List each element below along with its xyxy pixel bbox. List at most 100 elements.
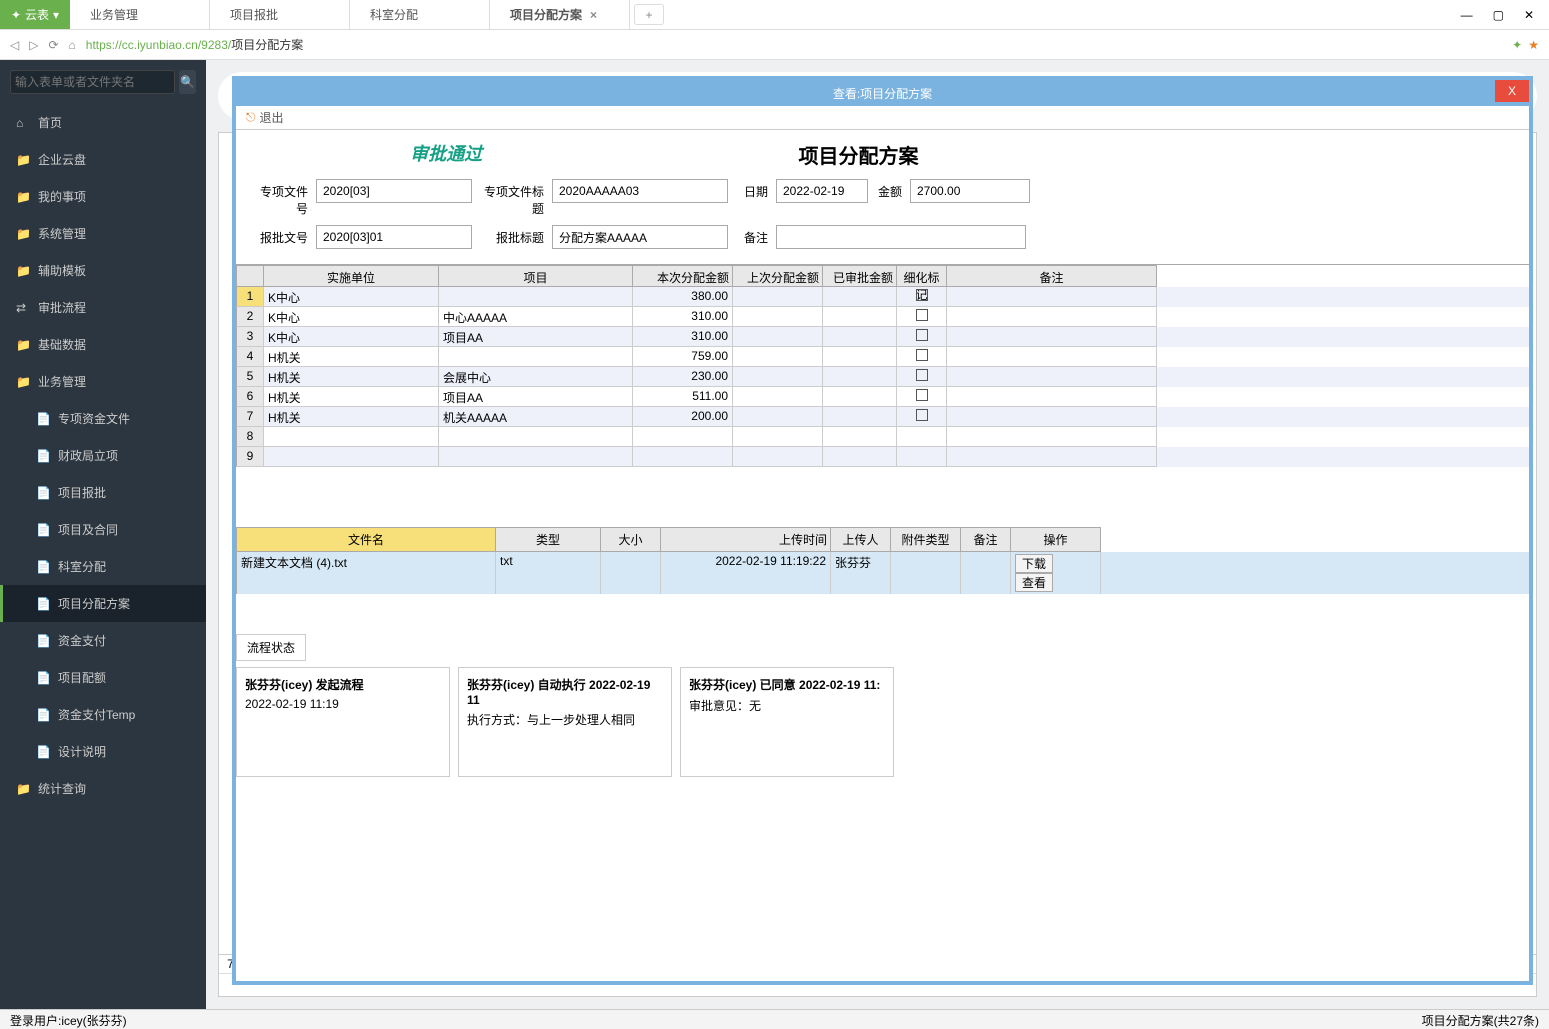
grid-row[interactable]: 3K中心项目AA310.00 (236, 327, 1529, 347)
grid-row[interactable]: 8 (236, 427, 1529, 447)
form-title: 项目分配方案 (798, 140, 918, 169)
close-icon[interactable]: × (590, 8, 597, 22)
sidebar-item[interactable]: 📁我的事项 (0, 178, 206, 215)
download-button[interactable]: 下载 (1015, 554, 1053, 573)
label-approval-no: 报批文号 (252, 225, 312, 250)
maximize-icon[interactable]: ▢ (1493, 8, 1504, 22)
file-icon: 📄 (36, 597, 50, 611)
tab-add-button[interactable]: + (634, 4, 664, 25)
window-controls: — ▢ ✕ (1446, 0, 1549, 29)
folder-icon: 📁 (16, 375, 30, 389)
dialog-close-button[interactable]: X (1495, 80, 1529, 102)
grid-row[interactable]: 5H机关会展中心230.00 (236, 367, 1529, 387)
grid-row[interactable]: 7H机关机关AAAAA200.00 (236, 407, 1529, 427)
sidebar-item[interactable]: 📁企业云盘 (0, 141, 206, 178)
attachment-row[interactable]: 新建文本文档 (4).txt txt 2022-02-19 11:19:22 张… (236, 552, 1529, 594)
sidebar-subitem[interactable]: 📄专项资金文件 (0, 400, 206, 437)
url-display[interactable]: https://cc.iyunbiao.cn/9283/项目分配方案 (86, 36, 1502, 53)
file-icon: 📄 (36, 560, 50, 574)
checkbox-icon[interactable] (916, 389, 928, 401)
sidebar-item[interactable]: ⇄审批流程 (0, 289, 206, 326)
checkbox-icon[interactable] (916, 409, 928, 421)
input-approval-no[interactable] (316, 225, 472, 249)
input-file-title[interactable] (552, 179, 728, 203)
approval-status: 审批通过 (410, 140, 482, 169)
workflow-card: 张芬芬(icey) 自动执行 2022-02-19 11执行方式：与上一步处理人… (458, 667, 672, 777)
exit-button[interactable]: ⎋ 退出 (236, 106, 1529, 130)
folder-icon: 📁 (16, 227, 30, 241)
reload-icon[interactable]: ⟳ (48, 38, 58, 52)
grid-row[interactable]: 9 (236, 447, 1529, 467)
dialog-title-bar: 查看:项目分配方案 X (236, 80, 1529, 106)
flow-icon: ⇄ (16, 301, 30, 315)
checkbox-icon[interactable] (916, 329, 928, 341)
sidebar-subitem[interactable]: 📄资金支付 (0, 622, 206, 659)
sidebar-subitem[interactable]: 📄项目及合同 (0, 511, 206, 548)
sidebar-subitem[interactable]: 📄项目配额 (0, 659, 206, 696)
checkbox-icon[interactable] (916, 369, 928, 381)
sidebar-subitem[interactable]: 📄科室分配 (0, 548, 206, 585)
sidebar-item[interactable]: 📁辅助模板 (0, 252, 206, 289)
back-icon[interactable]: ◁ (10, 38, 19, 52)
sidebar-item[interactable]: 📁业务管理 (0, 363, 206, 400)
search-input[interactable] (10, 70, 175, 94)
star-icon[interactable]: ★ (1528, 38, 1539, 52)
label-file-no: 专项文件号 (252, 179, 312, 221)
minimize-icon[interactable]: — (1461, 8, 1473, 22)
bookmark-icon[interactable]: ✦ (1512, 38, 1522, 52)
workflow-card: 张芬芬(icey) 发起流程2022-02-19 11:19 (236, 667, 450, 777)
sidebar-item[interactable]: ⌂首页 (0, 104, 206, 141)
home-icon[interactable]: ⌂ (69, 38, 76, 52)
exit-icon: ⎋ (246, 110, 256, 125)
tab-allocation[interactable]: 项目分配方案× (490, 0, 630, 29)
label-date: 日期 (732, 179, 772, 221)
sidebar-item[interactable]: 📁基础数据 (0, 326, 206, 363)
folder-icon: 📁 (16, 190, 30, 204)
sidebar-subitem[interactable]: 📄项目分配方案 (0, 585, 206, 622)
input-file-no[interactable] (316, 179, 472, 203)
sidebar-subitem[interactable]: 📄项目报批 (0, 474, 206, 511)
tab-strip: 业务管理 项目报批 科室分配 项目分配方案× + (70, 0, 1446, 29)
forward-icon[interactable]: ▷ (29, 38, 38, 52)
input-amount[interactable] (910, 179, 1030, 203)
input-date[interactable] (776, 179, 868, 203)
sidebar-subitem[interactable]: 📄资金支付Temp (0, 696, 206, 733)
input-approval-title[interactable] (552, 225, 728, 249)
checkbox-icon[interactable] (916, 309, 928, 321)
file-icon: 📄 (36, 708, 50, 722)
workflow-tab[interactable]: 流程状态 (236, 634, 306, 661)
file-icon: 📄 (36, 634, 50, 648)
checkbox-icon[interactable] (916, 349, 928, 361)
sidebar-subitem[interactable]: 📄财政局立项 (0, 437, 206, 474)
grid-row[interactable]: 6H机关项目AA511.00 (236, 387, 1529, 407)
view-button[interactable]: 查看 (1015, 573, 1053, 592)
home-icon: ⌂ (16, 116, 30, 130)
sidebar: 🔍 ⌂首页📁企业云盘📁我的事项📁系统管理📁辅助模板⇄审批流程📁基础数据📁业务管理… (0, 60, 206, 1009)
file-icon: 📄 (36, 412, 50, 426)
grid-row[interactable]: 2K中心中心AAAAA310.00 (236, 307, 1529, 327)
workflow-card: 张芬芬(icey) 已同意 2022-02-19 11:审批意见：无 (680, 667, 894, 777)
close-window-icon[interactable]: ✕ (1524, 8, 1534, 22)
folder-icon: 📁 (16, 153, 30, 167)
sidebar-item-stats[interactable]: 📁统计查询 (0, 770, 206, 807)
folder-icon: 📁 (16, 338, 30, 352)
file-icon: 📄 (36, 523, 50, 537)
checkbox-icon[interactable] (916, 289, 928, 301)
folder-icon: 📁 (16, 264, 30, 278)
tab-dept[interactable]: 科室分配 (350, 0, 490, 29)
input-remark[interactable] (776, 225, 1026, 249)
status-bar: 登录用户:icey(张芬芬) 项目分配方案(共27条) (0, 1009, 1549, 1029)
grid-row[interactable]: 4H机关759.00 (236, 347, 1529, 367)
label-amount: 金额 (872, 179, 906, 221)
search-button[interactable]: 🔍 (179, 70, 196, 94)
sidebar-item[interactable]: 📁系统管理 (0, 215, 206, 252)
view-dialog: 查看:项目分配方案 X ⎋ 退出 审批通过 项目分配方案 专项文件号 专项文件标… (232, 76, 1533, 985)
sidebar-subitem[interactable]: 📄设计说明 (0, 733, 206, 770)
tab-business[interactable]: 业务管理 (70, 0, 210, 29)
tab-approval[interactable]: 项目报批 (210, 0, 350, 29)
file-icon: 📄 (36, 745, 50, 759)
grid-row[interactable]: 1K中心380.00 (236, 287, 1529, 307)
file-icon: 📄 (36, 449, 50, 463)
app-logo[interactable]: ✦ 云表 ▾ (0, 0, 70, 29)
file-icon: 📄 (36, 486, 50, 500)
